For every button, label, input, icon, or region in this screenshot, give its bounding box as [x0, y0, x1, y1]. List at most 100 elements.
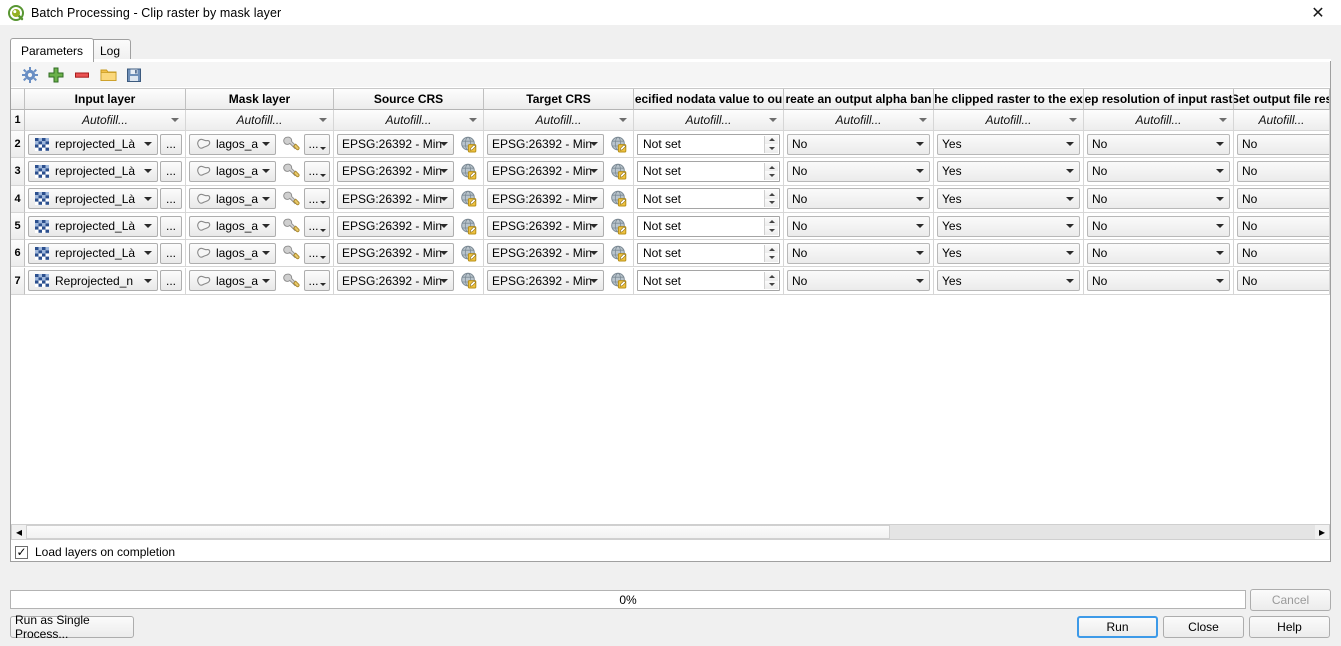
column-header-alpha_band[interactable]: reate an output alpha ban — [784, 89, 934, 110]
help-button[interactable]: Help — [1249, 616, 1330, 638]
floppy-disk-icon[interactable] — [121, 64, 147, 86]
source-crs-combo[interactable]: EPSG:26392 - Min — [337, 215, 454, 237]
crs-globe-icon[interactable] — [456, 272, 480, 290]
chevron-down-icon[interactable] — [1216, 169, 1224, 174]
cell-mask-layer[interactable]: lagos_a... — [186, 267, 334, 295]
keep-resolution-combo[interactable]: No — [1087, 215, 1230, 237]
cell-mask-layer[interactable]: lagos_a... — [186, 158, 334, 186]
cell-input-layer[interactable]: reprojected_Là... — [25, 131, 186, 159]
chevron-down-icon[interactable] — [171, 118, 179, 122]
crs-globe-icon[interactable] — [456, 217, 480, 235]
crs-globe-icon[interactable] — [456, 244, 480, 262]
chevron-down-icon[interactable] — [320, 255, 326, 259]
scrollbar-track[interactable] — [26, 525, 1315, 539]
mask-layer-combo[interactable]: lagos_a — [189, 270, 276, 292]
chevron-down-icon[interactable] — [144, 142, 152, 147]
input-layer-combo[interactable]: reprojected_Là — [28, 242, 158, 264]
autofill-cell-target_crs[interactable]: Autofill... — [484, 110, 634, 131]
column-header-input_layer[interactable]: Input layer — [25, 89, 186, 110]
chevron-down-icon[interactable] — [320, 201, 326, 205]
cell-alpha-band[interactable]: No — [784, 158, 934, 186]
cell-target-crs[interactable]: EPSG:26392 - Min — [484, 212, 634, 241]
chevron-down-icon[interactable] — [590, 169, 598, 174]
close-button[interactable]: Close — [1163, 616, 1244, 638]
chevron-down-icon[interactable] — [1216, 224, 1224, 229]
column-header-keep_res[interactable]: ep resolution of input rast — [1084, 89, 1234, 110]
crs-globe-icon[interactable] — [606, 162, 630, 180]
mask-layer-combo[interactable]: lagos_a — [189, 160, 276, 182]
stepper-down-icon[interactable] — [765, 144, 778, 153]
crs-globe-icon[interactable] — [606, 244, 630, 262]
crs-globe-icon[interactable] — [456, 135, 480, 153]
crs-globe-icon[interactable] — [456, 190, 480, 208]
chevron-down-icon[interactable] — [1069, 118, 1077, 122]
stepper-down-icon[interactable] — [765, 226, 778, 235]
nodata-stepper[interactable] — [764, 135, 778, 153]
chevron-down-icon[interactable] — [590, 278, 598, 283]
chevron-down-icon[interactable] — [262, 169, 270, 174]
autofill-cell-mask_layer[interactable]: Autofill... — [186, 110, 334, 131]
cell-clipped-extent[interactable]: Yes — [934, 212, 1084, 241]
cell-nodata[interactable]: Not set — [634, 240, 784, 268]
mask-layer-combo[interactable]: lagos_a — [189, 133, 276, 155]
source-crs-combo[interactable]: EPSG:26392 - Min — [337, 188, 454, 210]
cell-source-crs[interactable]: EPSG:26392 - Min — [334, 131, 484, 159]
chevron-down-icon[interactable] — [1066, 196, 1074, 201]
input-layer-browse-button[interactable]: ... — [160, 270, 182, 292]
keep-resolution-combo[interactable]: No — [1087, 133, 1230, 155]
nodata-value-input[interactable]: Not set — [637, 133, 780, 155]
wrench-icon[interactable] — [278, 217, 304, 235]
horizontal-scrollbar[interactable]: ◂ ▸ — [11, 524, 1330, 540]
chevron-down-icon[interactable] — [1216, 196, 1224, 201]
chevron-down-icon[interactable] — [916, 169, 924, 174]
input-layer-combo[interactable]: reprojected_Là — [28, 188, 158, 210]
set-resolution-combo[interactable]: No — [1237, 133, 1329, 155]
set-resolution-combo[interactable]: No — [1237, 270, 1329, 292]
chevron-down-icon[interactable] — [144, 169, 152, 174]
chevron-down-icon[interactable] — [1216, 142, 1224, 147]
advanced-settings-icon[interactable] — [17, 64, 43, 86]
mask-layer-browse-button[interactable]: ... — [304, 133, 330, 155]
column-header-source_crs[interactable]: Source CRS — [334, 89, 484, 110]
match-extent-combo[interactable]: Yes — [937, 242, 1080, 264]
mask-layer-browse-button[interactable]: ... — [304, 160, 330, 182]
input-layer-browse-button[interactable]: ... — [160, 215, 182, 237]
mask-layer-browse-button[interactable]: ... — [304, 242, 330, 264]
cell-clipped-extent[interactable]: Yes — [934, 131, 1084, 159]
match-extent-combo[interactable]: Yes — [937, 133, 1080, 155]
keep-resolution-combo[interactable]: No — [1087, 270, 1230, 292]
chevron-down-icon[interactable] — [916, 251, 924, 256]
tab-log[interactable]: Log — [89, 39, 132, 61]
load-layers-row[interactable]: ✓ Load layers on completion — [11, 543, 1330, 561]
cell-alpha-band[interactable]: No — [784, 212, 934, 241]
nodata-stepper[interactable] — [764, 190, 778, 208]
cell-set-resolution[interactable]: No — [1234, 158, 1330, 186]
column-header-clipped_ext[interactable]: he clipped raster to the ex — [934, 89, 1084, 110]
input-layer-combo[interactable]: Reprojected_n — [28, 270, 158, 292]
input-layer-combo[interactable]: reprojected_Là — [28, 133, 158, 155]
cell-target-crs[interactable]: EPSG:26392 - Min — [484, 158, 634, 186]
plus-icon[interactable] — [43, 64, 69, 86]
target-crs-combo[interactable]: EPSG:26392 - Min — [487, 188, 604, 210]
cell-clipped-extent[interactable]: Yes — [934, 240, 1084, 268]
input-layer-browse-button[interactable]: ... — [160, 160, 182, 182]
set-resolution-combo[interactable]: No — [1237, 215, 1329, 237]
chevron-down-icon[interactable] — [440, 169, 448, 174]
cell-alpha-band[interactable]: No — [784, 131, 934, 159]
wrench-icon[interactable] — [278, 244, 304, 262]
chevron-down-icon[interactable] — [262, 278, 270, 283]
chevron-down-icon[interactable] — [440, 142, 448, 147]
nodata-value-input[interactable]: Not set — [637, 188, 780, 210]
mask-layer-combo[interactable]: lagos_a — [189, 242, 276, 264]
cell-target-crs[interactable]: EPSG:26392 - Min — [484, 267, 634, 295]
chevron-down-icon[interactable] — [469, 118, 477, 122]
chevron-down-icon[interactable] — [144, 196, 152, 201]
wrench-icon[interactable] — [278, 272, 304, 290]
scroll-right-icon[interactable]: ▸ — [1315, 525, 1329, 539]
cell-input-layer[interactable]: reprojected_Là... — [25, 212, 186, 241]
cancel-button[interactable]: Cancel — [1250, 589, 1331, 611]
alpha-band-combo[interactable]: No — [787, 215, 930, 237]
cell-keep-resolution[interactable]: No — [1084, 131, 1234, 159]
chevron-down-icon[interactable] — [320, 173, 326, 177]
wrench-icon[interactable] — [278, 162, 304, 180]
